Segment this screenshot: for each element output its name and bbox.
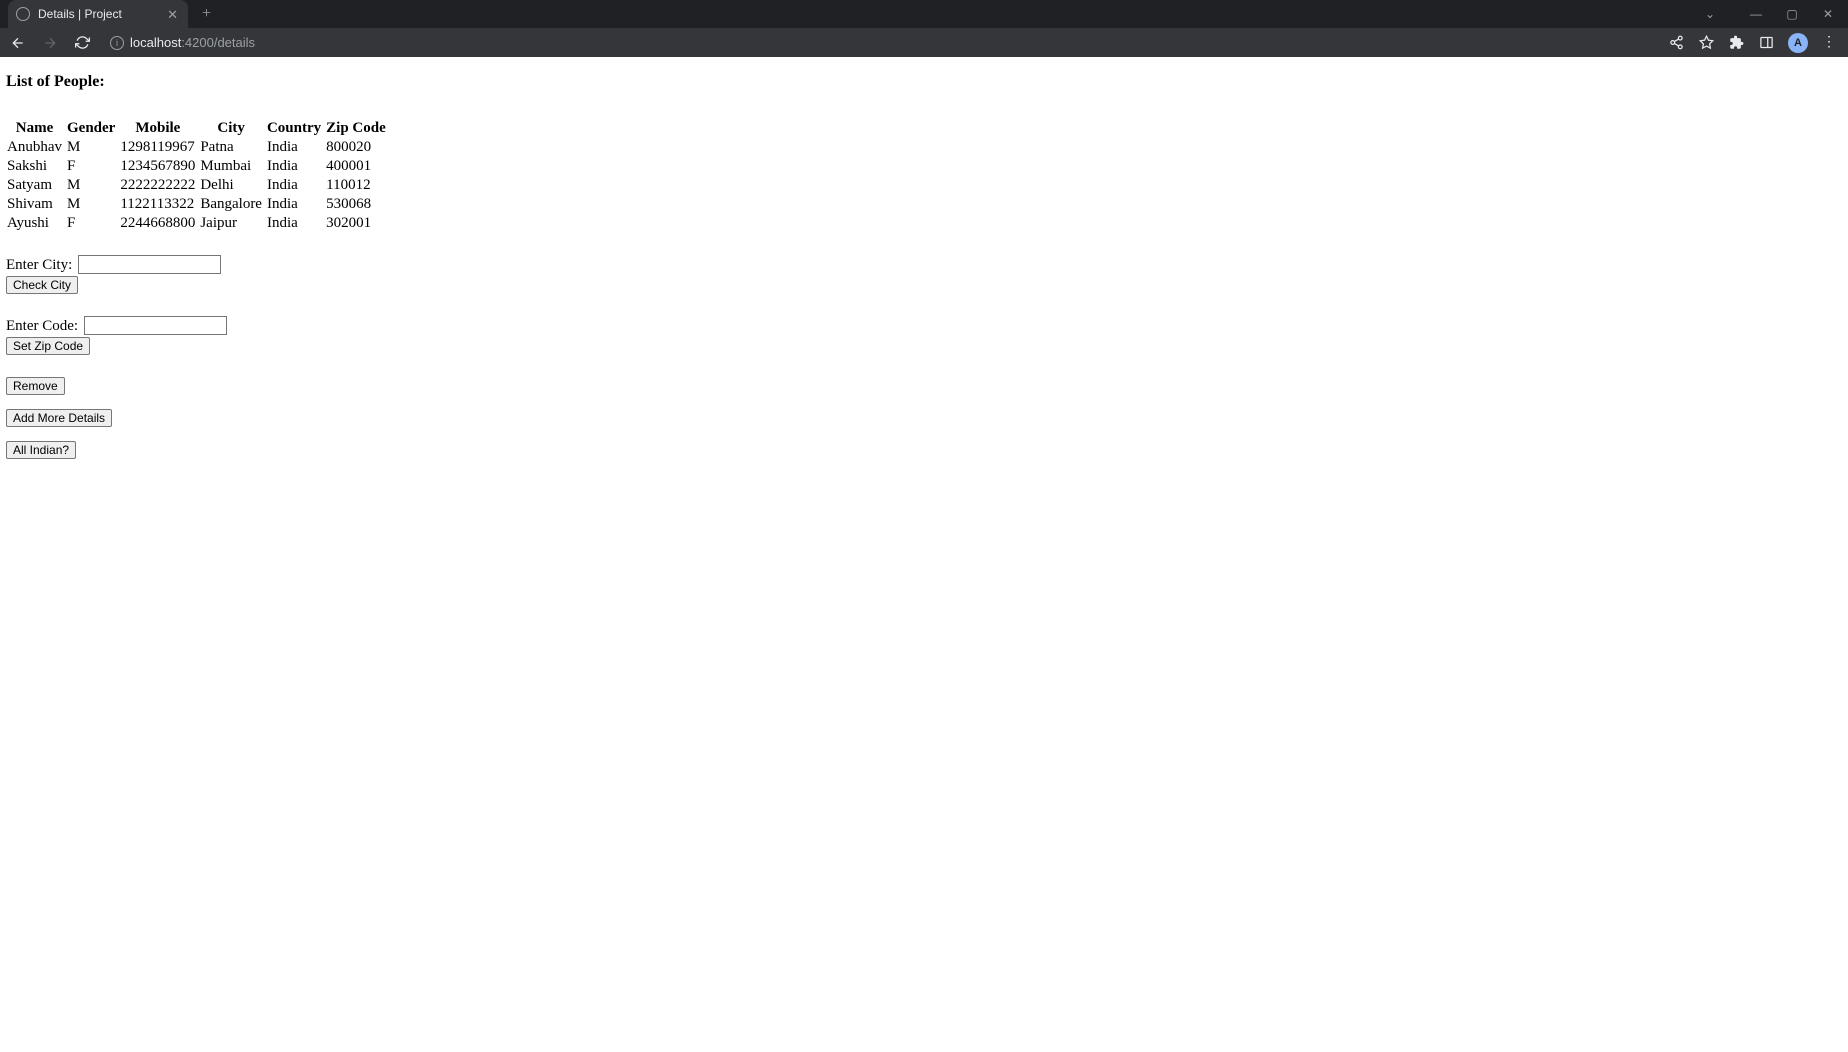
close-tab-icon[interactable]: ✕ — [167, 8, 178, 21]
remove-block: Remove — [6, 377, 1842, 395]
tab-title: Details | Project — [38, 7, 122, 21]
check-city-button[interactable]: Check City — [6, 276, 78, 294]
table-row: Sakshi F 1234567890 Mumbai India 400001 — [6, 157, 390, 176]
cell-country: India — [266, 138, 325, 157]
cell-name: Satyam — [6, 176, 66, 195]
maximize-button[interactable]: ▢ — [1782, 7, 1802, 21]
code-input[interactable] — [84, 316, 227, 335]
bookmark-icon[interactable] — [1698, 35, 1714, 51]
th-mobile: Mobile — [119, 119, 199, 138]
all-indian-block: All Indian? — [6, 441, 1842, 459]
cell-city: Delhi — [199, 176, 266, 195]
table-row: Shivam M 1122113322 Bangalore India 5300… — [6, 195, 390, 214]
set-zip-button[interactable]: Set Zip Code — [6, 337, 90, 355]
cell-mobile: 2244668800 — [119, 214, 199, 233]
cell-gender: F — [66, 157, 119, 176]
remove-button[interactable]: Remove — [6, 377, 65, 395]
cell-city: Jaipur — [199, 214, 266, 233]
new-tab-button[interactable]: + — [202, 6, 211, 22]
cell-gender: M — [66, 176, 119, 195]
site-info-icon[interactable]: i — [110, 36, 124, 50]
th-city: City — [199, 119, 266, 138]
browser-tab[interactable]: Details | Project ✕ — [8, 0, 188, 28]
address-bar[interactable]: i localhost:4200/details — [104, 35, 1656, 50]
cell-country: India — [266, 195, 325, 214]
minimize-button[interactable]: — — [1746, 7, 1766, 21]
code-block: Enter Code: Set Zip Code — [6, 316, 1842, 355]
add-more-button[interactable]: Add More Details — [6, 409, 112, 427]
forward-button[interactable] — [40, 33, 60, 53]
cell-country: India — [266, 176, 325, 195]
share-icon[interactable] — [1668, 35, 1684, 51]
reload-button[interactable] — [72, 33, 92, 53]
cell-gender: F — [66, 214, 119, 233]
tab-bar: Details | Project ✕ + ⌄ — ▢ ✕ — [0, 0, 1848, 28]
chevron-down-icon[interactable]: ⌄ — [1700, 7, 1720, 21]
cell-mobile: 1298119967 — [119, 138, 199, 157]
browser-toolbar: i localhost:4200/details A ⋮ — [0, 28, 1848, 57]
city-input[interactable] — [78, 255, 221, 274]
city-block: Enter City: Check City — [6, 255, 1842, 294]
page-content: List of People: Name Gender Mobile City … — [0, 57, 1848, 479]
cell-city: Bangalore — [199, 195, 266, 214]
cell-zip: 110012 — [325, 176, 390, 195]
side-panel-icon[interactable] — [1758, 35, 1774, 51]
back-button[interactable] — [8, 33, 28, 53]
menu-icon[interactable]: ⋮ — [1822, 36, 1836, 50]
cell-gender: M — [66, 195, 119, 214]
table-row: Anubhav M 1298119967 Patna India 800020 — [6, 138, 390, 157]
cell-name: Shivam — [6, 195, 66, 214]
cell-zip: 800020 — [325, 138, 390, 157]
cell-name: Ayushi — [6, 214, 66, 233]
cell-mobile: 2222222222 — [119, 176, 199, 195]
cell-country: India — [266, 214, 325, 233]
th-gender: Gender — [66, 119, 119, 138]
cell-city: Mumbai — [199, 157, 266, 176]
cell-city: Patna — [199, 138, 266, 157]
code-label: Enter Code: — [6, 318, 82, 334]
table-row: Satyam M 2222222222 Delhi India 110012 — [6, 176, 390, 195]
cell-name: Anubhav — [6, 138, 66, 157]
cell-zip: 400001 — [325, 157, 390, 176]
cell-zip: 530068 — [325, 195, 390, 214]
city-label: Enter City: — [6, 257, 76, 273]
toolbar-right-icons: A ⋮ — [1668, 33, 1840, 53]
extensions-icon[interactable] — [1728, 35, 1744, 51]
people-table: Name Gender Mobile City Country Zip Code… — [6, 119, 390, 233]
cell-mobile: 1122113322 — [119, 195, 199, 214]
browser-chrome: Details | Project ✕ + ⌄ — ▢ ✕ i localhos… — [0, 0, 1848, 57]
cell-zip: 302001 — [325, 214, 390, 233]
page-heading: List of People: — [6, 73, 1842, 91]
th-zip: Zip Code — [325, 119, 390, 138]
table-header-row: Name Gender Mobile City Country Zip Code — [6, 119, 390, 138]
window-controls: ⌄ — ▢ ✕ — [1700, 7, 1848, 21]
cell-country: India — [266, 157, 325, 176]
th-country: Country — [266, 119, 325, 138]
all-indian-button[interactable]: All Indian? — [6, 441, 76, 459]
cell-gender: M — [66, 138, 119, 157]
cell-name: Sakshi — [6, 157, 66, 176]
th-name: Name — [6, 119, 66, 138]
close-window-button[interactable]: ✕ — [1818, 7, 1838, 21]
globe-icon — [16, 7, 30, 21]
url-host: localhost — [130, 35, 181, 50]
cell-mobile: 1234567890 — [119, 157, 199, 176]
url-path: :4200/details — [181, 35, 255, 50]
table-row: Ayushi F 2244668800 Jaipur India 302001 — [6, 214, 390, 233]
add-more-block: Add More Details — [6, 409, 1842, 427]
profile-avatar[interactable]: A — [1788, 33, 1808, 53]
